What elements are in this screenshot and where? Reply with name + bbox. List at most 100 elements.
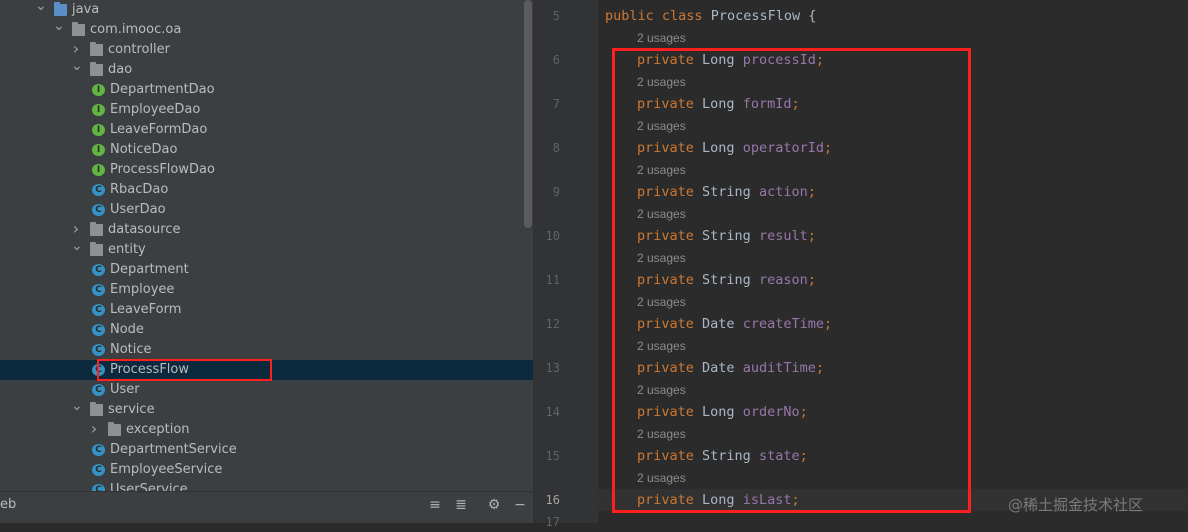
- tree-scrollbar[interactable]: [524, 0, 532, 228]
- package-icon: [90, 42, 103, 56]
- watermark: @稀土掘金技术社区: [1008, 496, 1144, 514]
- tree-item-dao[interactable]: ⌄ dao: [0, 58, 533, 80]
- interface-icon: I: [92, 104, 105, 116]
- tree-item-employeedao[interactable]: I EmployeeDao: [0, 100, 533, 120]
- class-icon: C: [92, 324, 105, 336]
- chevron-down-icon[interactable]: ⌄: [71, 396, 83, 416]
- tree-item-label: DepartmentDao: [110, 82, 215, 97]
- selected-file-annotation-box: [97, 359, 272, 381]
- tree-item-entity[interactable]: ⌄ entity: [0, 238, 533, 260]
- tree-item-label: java: [72, 2, 100, 17]
- tree-item-noticedao[interactable]: I NoticeDao: [0, 140, 533, 160]
- tree-item-label: LeaveFormDao: [110, 122, 208, 137]
- line-number: 16: [545, 493, 560, 507]
- keyword: public: [605, 8, 654, 24]
- class-icon: C: [92, 464, 105, 476]
- line-number: 6: [552, 53, 560, 67]
- package-icon: [90, 242, 103, 256]
- class-icon: C: [92, 384, 105, 396]
- line-number: 9: [552, 185, 560, 199]
- line-number: 13: [545, 361, 560, 375]
- tree-item-label: Employee: [110, 282, 175, 297]
- package-icon: [108, 422, 121, 436]
- interface-icon: I: [92, 164, 105, 176]
- line-number: 8: [552, 141, 560, 155]
- class-name: ProcessFlow {: [710, 8, 817, 24]
- fields-annotation-box: [612, 48, 971, 513]
- class-icon: C: [92, 344, 105, 356]
- tree-item-service[interactable]: ⌄ service: [0, 398, 533, 420]
- tree-item-com-imooc-oa[interactable]: ⌄ com.imooc.oa: [0, 18, 533, 40]
- package-icon: [90, 222, 103, 236]
- line-number: 14: [545, 405, 560, 419]
- package-icon: [90, 402, 103, 416]
- tree-item-leaveformdao[interactable]: I LeaveFormDao: [0, 120, 533, 140]
- class-icon: C: [92, 264, 105, 276]
- tree-item-label: NoticeDao: [110, 142, 178, 157]
- line-number: 10: [545, 229, 560, 243]
- chevron-down-icon[interactable]: ⌄: [53, 16, 65, 36]
- source-folder-icon: [54, 2, 67, 16]
- line-number: 17: [545, 515, 560, 529]
- tree-item-label: LeaveForm: [110, 302, 182, 317]
- tree-item-label: exception: [126, 422, 190, 437]
- tree-item-label: controller: [108, 42, 171, 57]
- package-icon: [72, 22, 85, 36]
- tree-item-notice[interactable]: C Notice: [0, 340, 533, 360]
- tree-item-exception[interactable]: › exception: [0, 419, 533, 440]
- interface-icon: I: [92, 124, 105, 136]
- tree-item-label: DepartmentService: [110, 442, 237, 457]
- tree-item-label: ProcessFlowDao: [110, 162, 215, 177]
- line-number: 7: [552, 97, 560, 111]
- tree-item-label: Notice: [110, 342, 152, 357]
- line-number: 11: [545, 273, 560, 287]
- interface-icon: I: [92, 144, 105, 156]
- tree-item-label: dao: [108, 62, 133, 77]
- tree-item-java[interactable]: ⌄ java: [0, 0, 533, 20]
- tree-item-label: service: [108, 402, 155, 417]
- tree-item-label: datasource: [108, 222, 181, 237]
- package-icon: [90, 62, 103, 76]
- chevron-down-icon[interactable]: ⌄: [71, 56, 83, 76]
- tree-item-userdao[interactable]: C UserDao: [0, 200, 533, 220]
- tree-item-label: RbacDao: [110, 182, 169, 197]
- tree-item-label: entity: [108, 242, 146, 257]
- interface-icon: I: [92, 84, 105, 96]
- line-number: 12: [545, 317, 560, 331]
- tree-bottom-toolbar: eb ≡ ≣ ⚙ −: [0, 491, 533, 523]
- expand-all-icon[interactable]: ≡: [426, 496, 444, 514]
- class-icon: C: [92, 184, 105, 196]
- tree-item-rbacdao[interactable]: C RbacDao: [0, 180, 533, 200]
- chevron-down-icon[interactable]: ⌄: [71, 236, 83, 256]
- minimize-icon[interactable]: −: [511, 496, 529, 514]
- tree-item-leaveform[interactable]: C LeaveForm: [0, 300, 533, 320]
- class-icon: C: [92, 444, 105, 456]
- gear-icon[interactable]: ⚙: [485, 496, 503, 514]
- tree-item-processflowdao[interactable]: I ProcessFlowDao: [0, 160, 533, 180]
- line-number: 5: [552, 9, 560, 23]
- tree-item-label: EmployeeService: [110, 462, 223, 477]
- class-icon: C: [92, 204, 105, 216]
- tree-item-employee[interactable]: C Employee: [0, 280, 533, 300]
- class-icon: C: [92, 284, 105, 296]
- tree-item-departmentdao[interactable]: I DepartmentDao: [0, 80, 533, 100]
- line-number: 15: [545, 449, 560, 463]
- toolbar-label: eb: [0, 497, 17, 512]
- class-icon: C: [92, 304, 105, 316]
- project-tree-panel: ⌄ java ⌄ com.imooc.oa › controller ⌄ dao I Depart…: [0, 0, 533, 523]
- keyword: class: [661, 8, 703, 24]
- chevron-down-icon[interactable]: ⌄: [35, 0, 47, 16]
- usage-hint[interactable]: 2 usages: [637, 30, 686, 46]
- tree-item-departmentservice[interactable]: C DepartmentService: [0, 440, 533, 460]
- chevron-right-icon[interactable]: ›: [89, 419, 99, 439]
- tree-item-label: Department: [110, 262, 189, 277]
- tree-item-department[interactable]: C Department: [0, 260, 533, 280]
- class-declaration: public class ProcessFlow {: [605, 6, 816, 26]
- tree-item-node[interactable]: C Node: [0, 320, 533, 340]
- collapse-all-icon[interactable]: ≣: [452, 496, 470, 514]
- tree-item-label: UserDao: [110, 202, 166, 217]
- tree-item-label: com.imooc.oa: [90, 22, 182, 37]
- tree-item-employeeservice[interactable]: C EmployeeService: [0, 460, 533, 480]
- line-number-gutter: 5 6 7 8 9 10 11 12 13 14 15 16 17: [535, 0, 598, 529]
- tree-item-label: User: [110, 382, 140, 397]
